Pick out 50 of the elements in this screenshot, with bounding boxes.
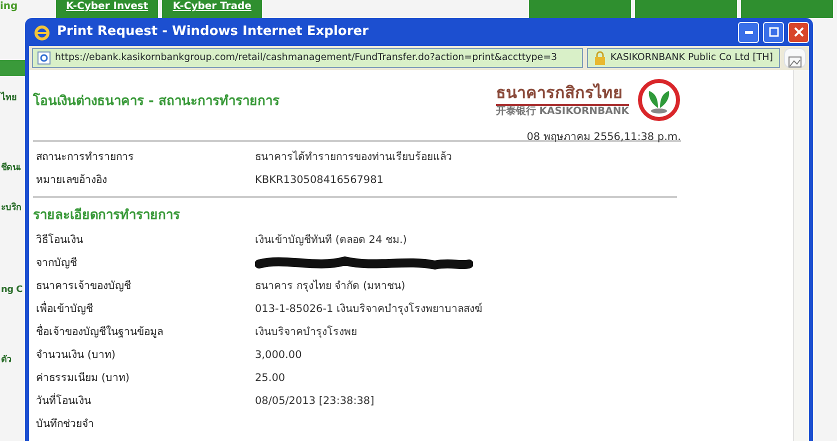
- bank-logo-icon: [637, 78, 681, 122]
- logo-text: ธนาคารกสิกรไทย: [496, 82, 629, 106]
- window-title: Print Request - Windows Internet Explorer: [57, 23, 368, 42]
- sidebar-item[interactable]: ng C: [0, 282, 26, 298]
- field-value: 08/05/2013 [23:38:38]: [255, 394, 374, 410]
- field-value: KBKR130508416567981: [255, 172, 384, 188]
- field-label: สถานะการทำรายการ: [35, 150, 135, 165]
- field-value: เงินเข้าบัญชีทันที (ตลอด 24 ชม.): [255, 233, 407, 248]
- scrollbar[interactable]: [793, 70, 809, 441]
- field-value: 3,000.00: [255, 348, 302, 364]
- compatibility-view-button[interactable]: [784, 48, 806, 68]
- transaction-date: 08 พฤษภาคม 2556,11:38 p.m.: [526, 130, 681, 145]
- field-label: จากบัญชี: [35, 256, 78, 272]
- minimize-button[interactable]: [738, 22, 759, 42]
- field-value: ธนาคารได้ทำรายการของท่านเรียบร้อยแล้ว: [255, 150, 452, 165]
- field-value: เงินบริจาคบำรุงโรงพย: [255, 325, 357, 340]
- security-report-button[interactable]: KASIKORNBANK Public Co Ltd [TH]: [587, 48, 780, 68]
- field-label: เพื่อเข้าบัญชี: [35, 302, 94, 318]
- lock-icon: [594, 51, 606, 65]
- close-button[interactable]: [788, 22, 809, 42]
- field-value: ธนาคาร กรุงไทย จำกัด (มหาชน): [255, 279, 406, 294]
- field-label: วันที่โอนเงิน: [35, 394, 92, 410]
- maximize-button[interactable]: [763, 22, 784, 42]
- close-icon: [794, 27, 804, 37]
- field-label: จำนวนเงิน (บาท): [35, 348, 117, 364]
- nav-tab[interactable]: K-Cyber Trade: [162, 0, 262, 18]
- field-value: 013-1-85026-1 เงินบริจาคบำรุงโรงพยาบาลสงฆ์: [255, 302, 483, 318]
- field-label: บันทึกช่วยจำ: [35, 417, 95, 432]
- sidebar-bar: [0, 60, 26, 76]
- address-field[interactable]: https://ebank.kasikornbankgroup.com/retail/cashmanagement/FundTransfer.do?action=print&accttype=3: [32, 48, 584, 68]
- sidebar-item[interactable]: ชีดนเ: [0, 160, 26, 176]
- field-label: ค่าธรรมเนียม (บาท): [35, 371, 131, 386]
- page-text: ing: [0, 0, 19, 14]
- field-label: ธนาคารเจ้าของบัญชี: [35, 279, 132, 294]
- sidebar-item[interactable]: ไทย: [0, 90, 26, 106]
- chart-icon: [788, 56, 802, 68]
- sidebar-item[interactable]: ตัว: [0, 352, 26, 368]
- sidebar-item[interactable]: ะบริก: [0, 200, 26, 216]
- section-heading: รายละเอียดการทำรายการ: [33, 206, 181, 225]
- field-value: 25.00: [255, 371, 286, 386]
- field-label: ชื่อเจ้าของบัญชีในฐานข้อมูล: [35, 325, 164, 340]
- maximize-icon: [768, 27, 778, 37]
- minimize-icon: [744, 30, 752, 34]
- field-label: วิธีโอนเงิน: [35, 233, 84, 248]
- page-heading: โอนเงินต่างธนาคาร - สถานะการทำรายการ: [33, 92, 280, 111]
- field-label: หมายเลขอ้างอิง: [35, 172, 108, 188]
- browser-icon: [33, 23, 51, 41]
- page-icon: [37, 51, 51, 65]
- logo-subtitle: 开泰银行 KASIKORNBANK: [496, 106, 629, 118]
- nav-tab[interactable]: K-Cyber Invest: [56, 0, 158, 18]
